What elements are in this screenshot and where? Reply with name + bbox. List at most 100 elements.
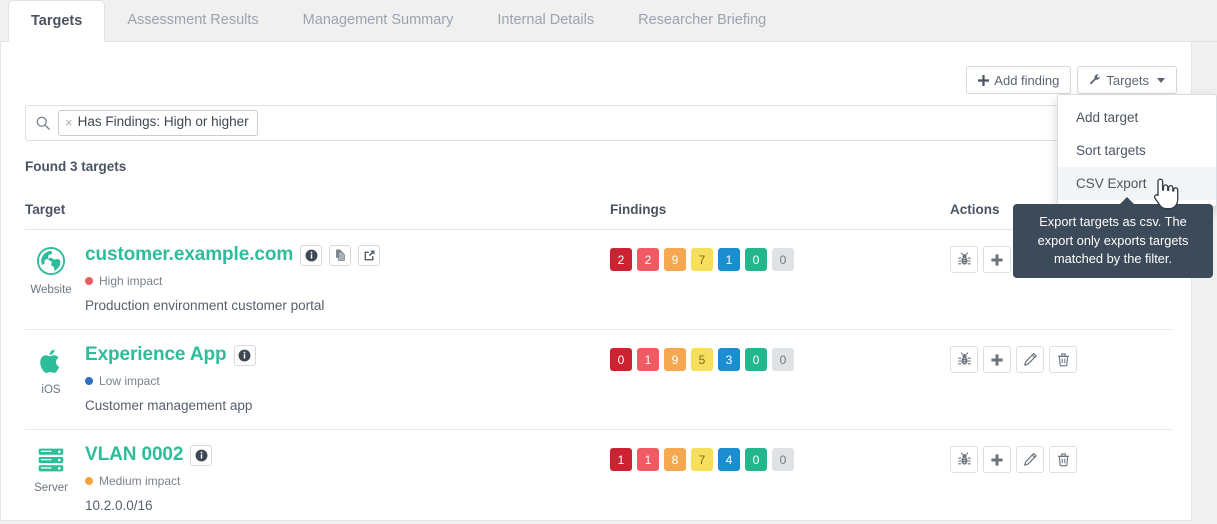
info-button[interactable] [233,344,256,366]
tab-management-summary[interactable]: Management Summary [281,0,476,41]
plus-action-button[interactable] [983,246,1011,273]
finding-badge[interactable]: 7 [691,448,713,471]
finding-badge[interactable]: 8 [664,448,686,471]
finding-badge[interactable]: 0 [745,448,767,471]
globe-icon [36,246,66,281]
impact-indicator: Low impact [85,374,610,388]
target-type-label: iOS [41,384,61,396]
table-header: Target Findings Actions [25,202,1173,230]
target-type: Website [25,244,77,313]
findings-cell: 1187400 [610,444,950,513]
plus-action-button[interactable] [983,446,1011,473]
tab-internal-details[interactable]: Internal Details [475,0,616,41]
target-type: iOS [25,344,77,413]
tab-bar: Targets Assessment Results Management Summ… [0,0,1217,42]
target-type: Server [25,444,77,513]
finding-badge[interactable]: 2 [610,248,632,271]
actions-cell [950,344,1173,413]
dropdown-item-add-target[interactable]: Add target [1058,101,1216,134]
chip-label: Has Findings: High or higher [77,114,249,130]
chip-remove-icon[interactable]: × [65,115,73,131]
server-icon [36,446,66,479]
target-description: Customer management app [85,398,253,413]
finding-badge[interactable]: 1 [637,348,659,371]
impact-label: Low impact [99,374,160,388]
pencil-action-button[interactable] [1016,346,1044,373]
table-row: Server VLAN 0002 Medium impact 10.2.0.0/… [25,430,1173,524]
chevron-down-icon [1157,77,1165,83]
finding-badge[interactable]: 1 [637,448,659,471]
finding-badge[interactable]: 0 [745,348,767,371]
targets-table: Target Findings Actions Website customer… [25,202,1173,524]
info-button[interactable] [190,444,213,466]
actions-cell [950,444,1173,513]
tab-researcher-briefing[interactable]: Researcher Briefing [616,0,788,41]
target-type-label: Server [34,482,68,494]
finding-badge[interactable]: 9 [664,248,686,271]
filter-chip[interactable]: × Has Findings: High or higher [58,110,258,136]
finding-badge[interactable]: 0 [772,448,794,471]
wrench-icon [1089,74,1101,86]
bug-action-button[interactable] [950,246,978,273]
target-info: customer.example.com High impact Product… [77,244,610,313]
copy-button[interactable] [329,244,352,266]
target-cell: iOS Experience App Low impact Customer m… [25,344,610,413]
plus-icon [978,74,990,86]
targets-dropdown-button[interactable]: Targets [1077,66,1177,94]
info-button[interactable] [300,244,323,266]
results-count: Found 3 targets [25,159,127,174]
dropdown-item-csv-export[interactable]: CSV Export [1058,167,1216,200]
target-title-link[interactable]: Experience App [85,344,227,366]
content-card: Add finding Targets × Has Findings: High [0,42,1192,521]
apple-icon [37,346,65,381]
plus-action-button[interactable] [983,346,1011,373]
impact-dot [85,377,93,385]
dropdown-item-sort-targets[interactable]: Sort targets [1058,134,1216,167]
target-description: 10.2.0.0/16 [85,498,153,513]
bug-action-button[interactable] [950,346,978,373]
finding-badge[interactable]: 7 [691,248,713,271]
search-input[interactable] [257,114,1172,132]
target-description: Production environment customer portal [85,298,325,313]
target-info: VLAN 0002 Medium impact 10.2.0.0/16 [77,444,610,513]
finding-badge[interactable]: 0 [745,248,767,271]
impact-indicator: Medium impact [85,474,610,488]
finding-badge[interactable]: 0 [772,248,794,271]
tooltip-text: Export targets as csv. The export only e… [1037,214,1189,267]
search-icon [36,116,50,130]
targets-page: Targets Assessment Results Management Summ… [0,0,1217,524]
target-title-link[interactable]: customer.example.com [85,244,293,266]
finding-badge[interactable]: 1 [718,248,740,271]
finding-badge[interactable]: 5 [691,348,713,371]
finding-badge[interactable]: 9 [664,348,686,371]
trash-action-button[interactable] [1049,346,1077,373]
filter-bar[interactable]: × Has Findings: High or higher [25,105,1181,141]
targets-dropdown-menu: Add target Sort targets CSV Export [1057,94,1217,207]
targets-dropdown-label: Targets [1106,72,1149,88]
target-title-link[interactable]: VLAN 0002 [85,444,183,466]
finding-badge[interactable]: 0 [610,348,632,371]
tab-targets[interactable]: Targets [8,0,106,42]
finding-badge[interactable]: 2 [637,248,659,271]
target-cell: Website customer.example.com High impact… [25,244,610,313]
finding-badge[interactable]: 4 [718,448,740,471]
impact-label: Medium impact [99,474,181,488]
impact-dot [85,277,93,285]
finding-badge[interactable]: 3 [718,348,740,371]
csv-export-tooltip: Export targets as csv. The export only e… [1013,197,1213,278]
bug-action-button[interactable] [950,446,978,473]
add-finding-button[interactable]: Add finding [966,66,1072,94]
toolbar: Add finding Targets [966,66,1177,94]
trash-action-button[interactable] [1049,446,1077,473]
pencil-action-button[interactable] [1016,446,1044,473]
finding-badge[interactable]: 0 [772,348,794,371]
column-header-findings: Findings [610,202,667,217]
findings-cell: 2297100 [610,244,950,313]
target-info: Experience App Low impact Customer manag… [77,344,610,413]
tab-assessment-results[interactable]: Assessment Results [105,0,280,41]
target-title-row: Experience App [85,344,610,366]
add-finding-label: Add finding [994,72,1060,88]
finding-badge[interactable]: 1 [610,448,632,471]
external-link-button[interactable] [358,244,381,266]
table-row: Website customer.example.com High impact… [25,230,1173,330]
